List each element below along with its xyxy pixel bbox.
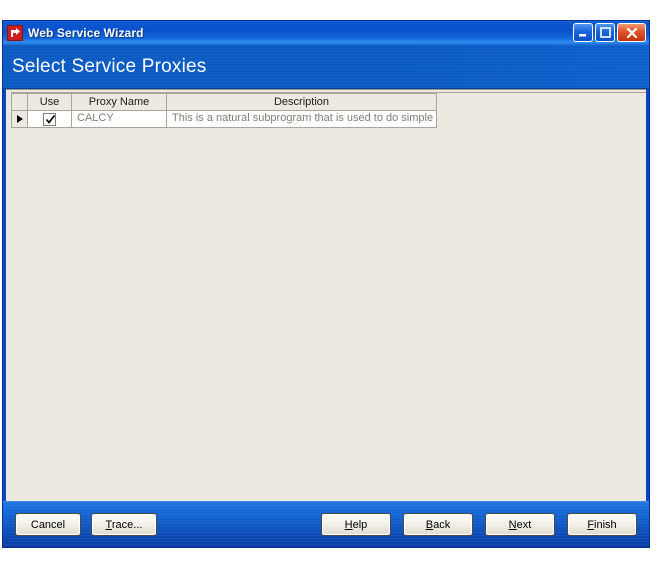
wizard-window: Web Service Wizard Select Service Proxie… — [2, 20, 650, 548]
wizard-button-bar: Cancel Trace... Help Back Next Finish — [3, 501, 649, 547]
wizard-arrow-icon — [7, 25, 23, 41]
cancel-button-label: Cancel — [30, 518, 66, 531]
row-selection-marker[interactable] — [11, 110, 28, 128]
trace-button[interactable]: Trace... — [91, 513, 157, 536]
grid-top-divider — [11, 92, 646, 93]
help-button-label: elp — [352, 518, 368, 531]
current-row-arrow-icon — [16, 115, 23, 124]
finish-button-label: inish — [594, 518, 617, 531]
proxy-name-cell[interactable]: CALCY — [71, 110, 167, 128]
next-button[interactable]: Next — [485, 513, 555, 536]
help-button-mnemonic: H — [344, 518, 353, 531]
maximize-button[interactable] — [595, 23, 615, 42]
help-button[interactable]: Help — [321, 513, 391, 536]
page-title: Select Service Proxies — [12, 55, 207, 77]
description-cell[interactable]: This is a natural subprogram that is use… — [166, 110, 437, 128]
proxy-grid[interactable]: Use Proxy Name Description CALCY This is… — [11, 93, 437, 128]
caption-button-group — [573, 23, 646, 42]
next-button-mnemonic: N — [508, 518, 517, 531]
left-button-group: Cancel Trace... — [15, 513, 157, 536]
table-row[interactable]: CALCY This is a natural subprogram that … — [11, 110, 437, 128]
row-marker-header — [11, 93, 28, 111]
cancel-button[interactable]: Cancel — [15, 513, 81, 536]
proxy-grid-container: Use Proxy Name Description CALCY This is… — [11, 92, 646, 130]
page-banner: Select Service Proxies — [3, 45, 649, 89]
column-header-description[interactable]: Description — [166, 93, 437, 111]
close-button[interactable] — [617, 23, 646, 42]
finish-button[interactable]: Finish — [567, 513, 637, 536]
use-checkbox[interactable] — [43, 113, 56, 126]
back-button[interactable]: Back — [403, 513, 473, 536]
content-panel: Use Proxy Name Description CALCY This is… — [6, 89, 646, 501]
column-header-proxy-name[interactable]: Proxy Name — [71, 93, 167, 111]
use-checkbox-cell[interactable] — [27, 110, 72, 128]
column-header-use[interactable]: Use — [27, 93, 72, 111]
right-button-group: Help Back Next Finish — [321, 513, 637, 536]
grid-header-row: Use Proxy Name Description — [11, 93, 437, 111]
minimize-button[interactable] — [573, 23, 593, 42]
next-button-label: ext — [516, 518, 532, 531]
back-button-mnemonic: B — [425, 518, 434, 531]
title-bar: Web Service Wizard — [3, 21, 649, 45]
proxy-name-value: CALCY — [77, 112, 114, 124]
back-button-label: ack — [433, 518, 451, 531]
trace-button-label: race... — [111, 518, 143, 531]
description-value: This is a natural subprogram that is use… — [172, 112, 434, 124]
window-title: Web Service Wizard — [28, 26, 144, 40]
